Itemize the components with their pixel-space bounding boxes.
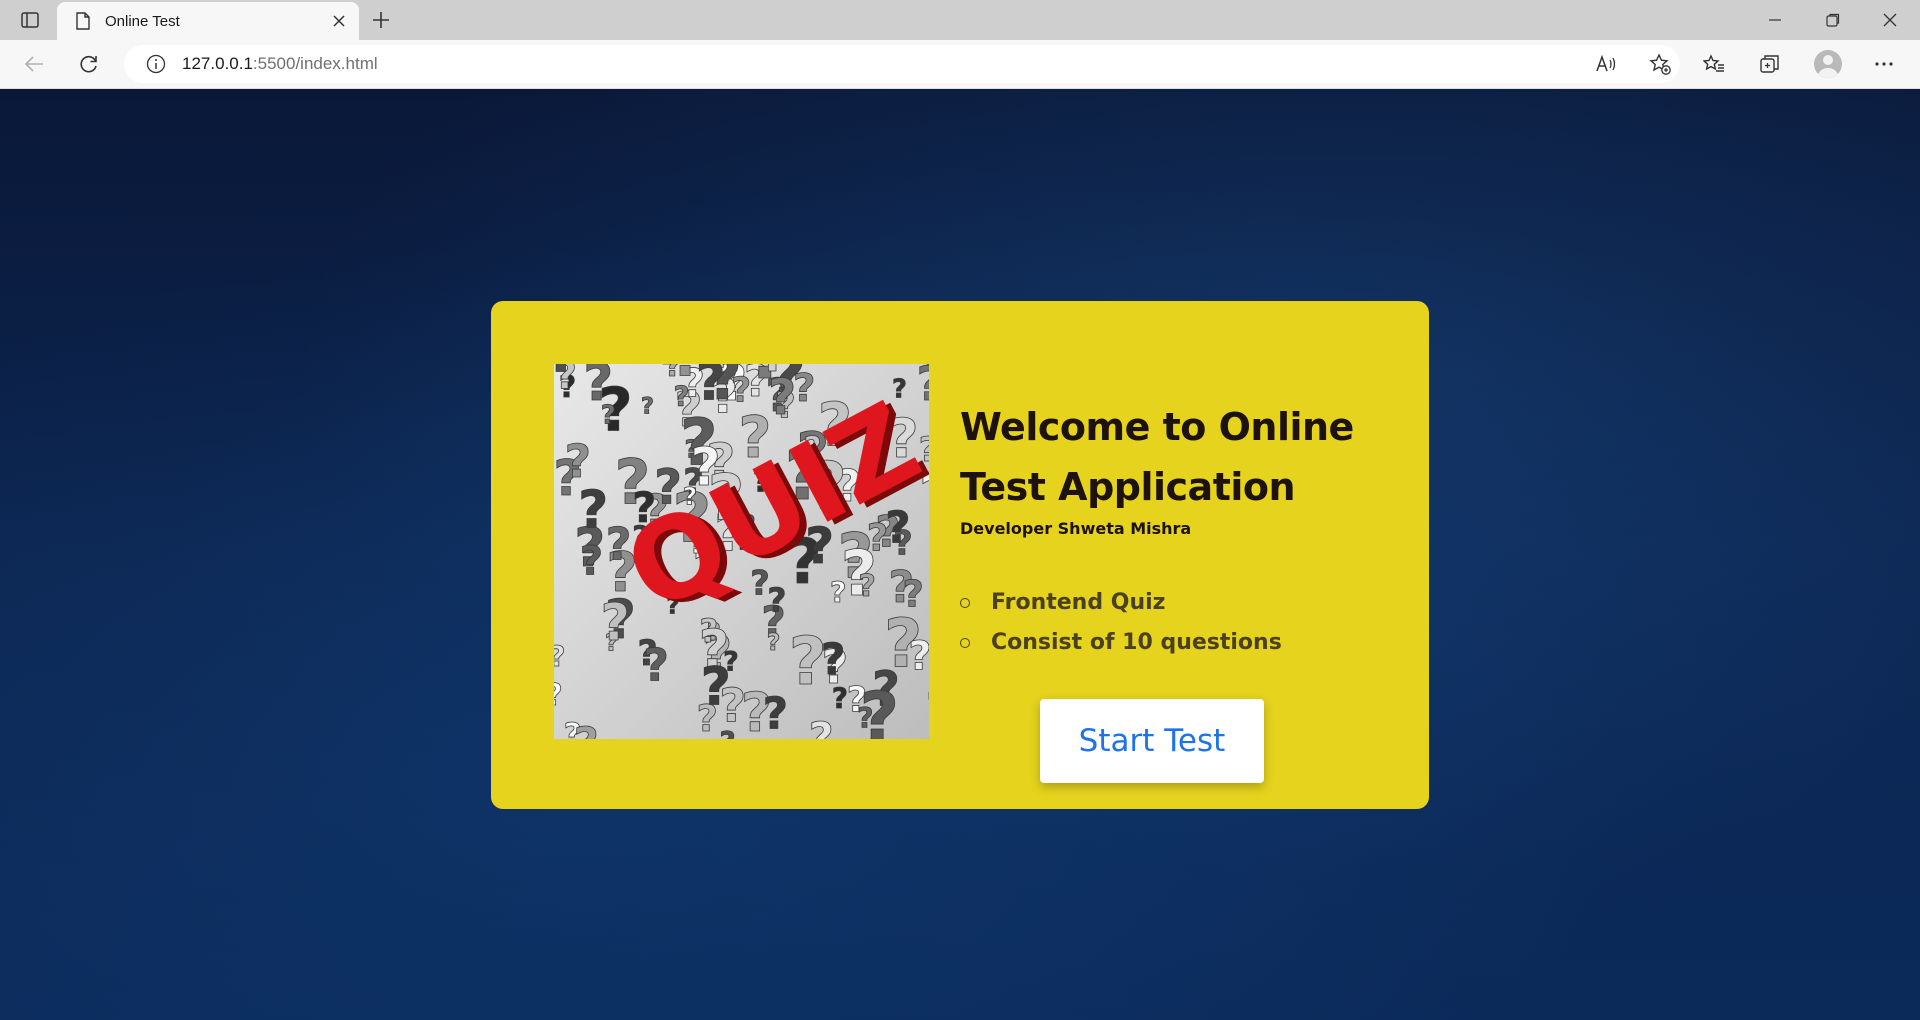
point-text: Consist of 10 questions	[991, 630, 1282, 655]
star-add-icon[interactable]	[1642, 46, 1678, 82]
info-icon[interactable]	[144, 52, 168, 76]
collections-icon[interactable]	[1752, 46, 1788, 82]
question-mark-decoration: ?	[903, 573, 924, 616]
question-mark-decoration: ?	[809, 714, 834, 739]
welcome-card: ????????????????????????????????????????…	[491, 301, 1429, 809]
question-mark-decoration: ?	[832, 683, 848, 716]
bullet-icon	[960, 638, 970, 648]
question-mark-decoration: ?	[926, 683, 929, 734]
question-mark-decoration: ?	[731, 371, 751, 411]
question-mark-decoration: ?	[767, 628, 781, 656]
question-mark-decoration: ?	[763, 689, 788, 739]
avatar	[1814, 50, 1842, 78]
close-icon[interactable]	[1867, 4, 1913, 36]
point-text: Frontend Quiz	[991, 590, 1166, 615]
favorites-icon[interactable]	[1696, 46, 1732, 82]
question-mark-decoration: ?	[821, 635, 846, 685]
url-host: 127.0.0.1	[182, 54, 253, 73]
question-mark-decoration: ?	[580, 538, 603, 584]
tab-title: Online Test	[105, 12, 180, 30]
question-mark-decoration: ?	[670, 364, 703, 390]
question-mark-decoration: ?	[701, 657, 731, 718]
start-test-button[interactable]: Start Test	[1040, 699, 1264, 783]
list-item: Consist of 10 questions	[960, 623, 1282, 663]
question-mark-decoration: ?	[793, 366, 815, 411]
question-mark-decoration: ?	[917, 364, 930, 412]
question-mark-decoration: ?	[574, 719, 599, 739]
plus-icon[interactable]	[366, 6, 396, 34]
question-mark-decoration: ?	[554, 678, 563, 713]
list-item: Frontend Quiz	[960, 583, 1282, 623]
url-path: :5500/index.html	[252, 54, 378, 73]
question-mark-decoration: ?	[554, 640, 565, 673]
minimize-icon[interactable]	[1752, 4, 1798, 36]
question-mark-decoration: ?	[643, 640, 669, 691]
text-block: Welcome to Online Test Application Devel…	[960, 397, 1400, 538]
refresh-icon[interactable]	[71, 46, 107, 82]
close-icon[interactable]	[325, 7, 353, 35]
question-mark-decoration: ?	[601, 593, 630, 652]
question-mark-decoration: ?	[578, 480, 608, 540]
question-mark-decoration: ?	[908, 633, 929, 679]
page-icon	[73, 11, 93, 31]
question-mark-decoration: ?	[761, 364, 786, 382]
quiz-image: ????????????????????????????????????????…	[554, 364, 929, 739]
restore-icon[interactable]	[1810, 4, 1856, 36]
tab-actions-icon[interactable]	[14, 8, 46, 32]
developer-credit: Developer Shweta Mishra	[960, 519, 1192, 538]
address-bar[interactable]: 127.0.0.1:5500/index.html	[124, 45, 1680, 83]
page-background: ????????????????????????????????????????…	[0, 89, 1920, 1020]
url-text[interactable]: 127.0.0.1:5500/index.html	[182, 54, 378, 74]
more-icon[interactable]	[1866, 46, 1902, 82]
quiz-points: Frontend Quiz Consist of 10 questions	[960, 583, 1282, 663]
browser-tab[interactable]: Online Test	[57, 2, 359, 40]
bullet-icon	[960, 598, 970, 608]
profile-button[interactable]	[1810, 46, 1846, 82]
back-arrow-icon[interactable]	[16, 46, 52, 82]
question-mark-decoration: ?	[641, 393, 654, 419]
page-title: Welcome to Online Test Application	[960, 405, 1354, 509]
read-aloud-icon[interactable]	[1588, 46, 1624, 82]
question-mark-decoration: ?	[601, 401, 616, 431]
question-mark-decoration: ?	[858, 569, 876, 604]
tab-bar: Online Test	[0, 0, 1920, 40]
question-mark-decoration: ?	[860, 679, 900, 739]
browser-toolbar: 127.0.0.1:5500/index.html	[0, 40, 1920, 89]
question-mark-decoration: ?	[554, 364, 578, 384]
